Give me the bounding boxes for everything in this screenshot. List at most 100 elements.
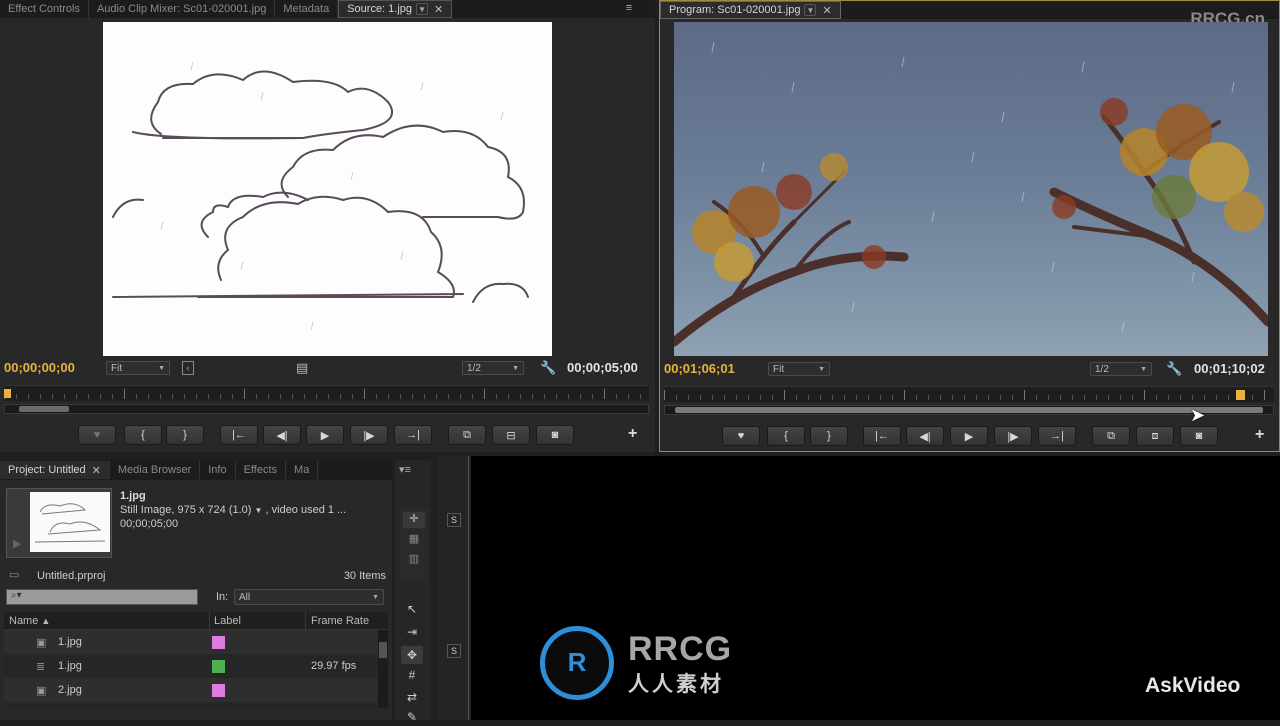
insert-button[interactable]: ⧉ <box>448 425 486 445</box>
close-icon[interactable]: ✕ <box>434 3 443 16</box>
search-input[interactable]: ⌕▾ <box>6 589 198 605</box>
mark-out-button[interactable]: } <box>166 425 204 445</box>
mark-in-button[interactable]: { <box>124 425 162 445</box>
tab-dropdown-icon[interactable]: ▼ <box>416 3 429 15</box>
go-to-in-button[interactable]: |← <box>863 426 901 446</box>
bin-list: Name ▲ Label Frame Rate ▣ 1.jpg ≣ 1.jpg … <box>4 612 388 708</box>
play-button[interactable]: ▶ <box>950 426 988 446</box>
label-color-swatch[interactable] <box>212 660 225 673</box>
chevron-down-icon: ▼ <box>818 365 825 373</box>
tab-info[interactable]: Info <box>200 461 236 479</box>
track-label-1[interactable]: S <box>447 513 461 527</box>
tab-program[interactable]: Program: Sc01-020001.jpg ▼ ✕ <box>660 1 841 19</box>
step-forward-button[interactable]: |▶ <box>350 425 388 445</box>
list-item[interactable]: ≣ 1.jpg 29.97 fps <box>4 654 378 678</box>
track-label-2[interactable]: S <box>447 644 461 658</box>
tab-effects[interactable]: Effects <box>236 461 287 479</box>
list-vertical-scrollbar[interactable] <box>378 630 388 708</box>
scroll-thumb[interactable] <box>675 407 1263 413</box>
column-header-name[interactable]: Name ▲ <box>9 612 50 630</box>
tab-project[interactable]: Project: Untitled ✕ <box>0 461 110 479</box>
extract-button[interactable]: ⧈ <box>1136 426 1174 446</box>
go-to-out-button[interactable]: →| <box>394 425 432 445</box>
export-frame-button[interactable]: ◙ <box>536 425 574 445</box>
source-resolution-select[interactable]: 1/2 ▼ <box>462 361 524 375</box>
project-panel: Project: Untitled ✕ Media Browser Info Ef… <box>0 460 392 720</box>
list-item[interactable]: ▣ 1.jpg <box>4 630 378 654</box>
column-header-frame-rate[interactable]: Frame Rate <box>305 612 369 630</box>
lift-button[interactable]: ⧉ <box>1092 426 1130 446</box>
go-to-in-button[interactable]: |← <box>220 425 258 445</box>
program-zoom-select[interactable]: Fit ▼ <box>768 362 830 376</box>
button-editor-plus-icon[interactable]: + <box>628 425 637 443</box>
label-color-swatch[interactable] <box>212 636 225 649</box>
track-layout-icon[interactable]: ▥ <box>403 552 425 574</box>
drop-frame-icon[interactable]: ‹ <box>182 361 194 375</box>
column-header-label[interactable]: Label <box>209 612 241 630</box>
rate-stretch-tool-icon[interactable]: ⇄ <box>401 688 423 706</box>
scroll-thumb[interactable] <box>19 406 69 412</box>
image-file-icon: ▣ <box>36 636 47 649</box>
wrench-icon[interactable]: 🔧 <box>540 360 556 376</box>
source-zoom-scrollbar[interactable] <box>4 404 649 414</box>
tab-effect-controls[interactable]: Effect Controls <box>0 0 89 18</box>
label-color-swatch[interactable] <box>212 684 225 697</box>
chevron-down-icon[interactable]: ▼ <box>255 506 263 515</box>
track-select-tool-icon[interactable]: ⇥ <box>401 623 423 641</box>
close-icon[interactable]: ✕ <box>822 4 831 17</box>
program-resolution-select[interactable]: 1/2 ▼ <box>1090 362 1152 376</box>
step-back-button[interactable]: ◀| <box>906 426 944 446</box>
logo-line1: RRCG <box>628 630 733 668</box>
source-timecode-in[interactable]: 00;00;00;00 <box>4 360 75 375</box>
source-time-ruler[interactable] <box>4 385 649 401</box>
watermark-logo: R RRCG 人人素材 <box>540 624 750 702</box>
go-to-out-button[interactable]: →| <box>1038 426 1076 446</box>
play-button[interactable]: ▶ <box>306 425 344 445</box>
in-filter-select[interactable]: All ▼ <box>234 589 384 605</box>
program-time-ruler[interactable] <box>664 386 1274 402</box>
ruler-major-ticks <box>664 390 1274 400</box>
film-icon[interactable]: ▤ <box>296 360 308 376</box>
ripple-edit-tool-icon[interactable]: ✥ <box>401 646 423 664</box>
source-zoom-select[interactable]: Fit ▼ <box>106 361 170 375</box>
panel-menu-icon[interactable]: ≡ <box>622 2 636 14</box>
tab-dropdown-icon[interactable]: ▼ <box>804 4 817 16</box>
tab-markers[interactable]: Ma <box>286 461 319 479</box>
panel-menu-icon[interactable]: ▾≡ <box>399 463 411 476</box>
playhead-marker[interactable] <box>1236 390 1245 400</box>
tab-metadata[interactable]: Metadata <box>275 0 339 18</box>
selection-tool-icon[interactable]: ↖ <box>401 600 423 618</box>
add-marker-button[interactable]: ♥ <box>78 425 116 445</box>
thumbnail-image <box>30 492 110 552</box>
playhead-marker[interactable] <box>4 389 11 398</box>
track-layout-icon[interactable]: ▦ <box>403 532 425 548</box>
program-timecode-in[interactable]: 00;01;06;01 <box>664 361 735 376</box>
play-icon[interactable]: ▶ <box>13 537 21 550</box>
tab-media-browser[interactable]: Media Browser <box>110 461 201 479</box>
item-frame-rate: 29.97 fps <box>311 660 357 672</box>
tab-source[interactable]: Source: 1.jpg ▼ ✕ <box>338 0 453 18</box>
mark-out-button[interactable]: } <box>810 426 848 446</box>
tab-audio-clip-mixer[interactable]: Audio Clip Mixer: Sc01-020001.jpg <box>89 0 276 18</box>
add-marker-button[interactable]: ♥ <box>722 426 760 446</box>
tab-label: Source: 1.jpg <box>347 3 413 15</box>
program-zoom-scrollbar[interactable] <box>664 405 1274 415</box>
rolling-edit-tool-icon[interactable]: # <box>401 666 423 684</box>
tools-panel: ▾≡ ↖ ⇥ ✥ # ⇄ ✎ <box>395 460 431 724</box>
clip-info-line: Still Image, 975 x 724 (1.0) ▼ , video u… <box>120 504 346 516</box>
button-editor-plus-icon[interactable]: + <box>1255 426 1264 444</box>
scroll-thumb[interactable] <box>379 642 387 658</box>
razor-tool-icon[interactable]: ✎ <box>401 708 423 726</box>
header-label: Label <box>214 615 241 627</box>
step-back-button[interactable]: ◀| <box>263 425 301 445</box>
list-item[interactable]: ▣ 2.jpg <box>4 678 378 702</box>
wrench-icon[interactable]: 🔧 <box>1166 361 1182 377</box>
step-forward-button[interactable]: |▶ <box>994 426 1032 446</box>
mark-in-button[interactable]: { <box>767 426 805 446</box>
overwrite-button[interactable]: ⊟ <box>492 425 530 445</box>
export-frame-button[interactable]: ◙ <box>1180 426 1218 446</box>
close-icon[interactable]: ✕ <box>92 464 101 477</box>
add-edit-icon[interactable]: ✛ <box>403 512 425 528</box>
tab-label: Effects <box>243 464 278 476</box>
clip-thumbnail[interactable]: ▶ <box>6 488 112 558</box>
